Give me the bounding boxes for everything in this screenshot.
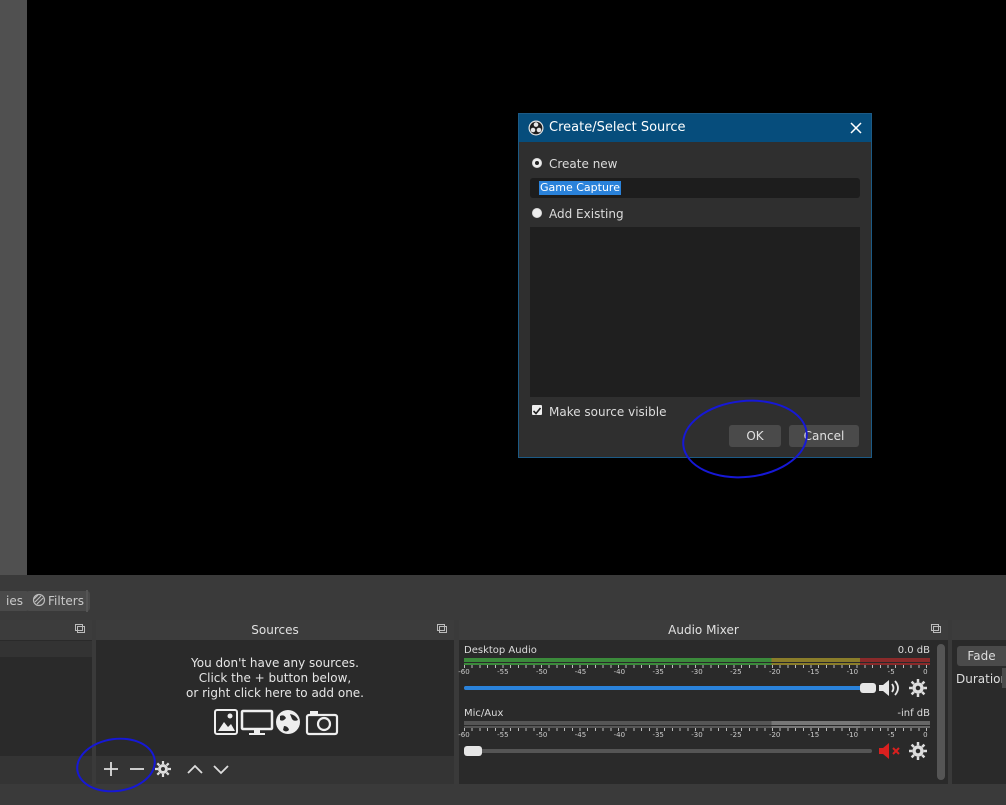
- gear-icon: [155, 761, 171, 777]
- empty-line-2: Click the + button below,: [198, 671, 352, 685]
- desktop-audio-volume-slider[interactable]: [464, 683, 876, 693]
- move-source-up-button[interactable]: [184, 760, 206, 780]
- tick-label: -50: [535, 731, 548, 739]
- tick-label: -10: [846, 668, 859, 676]
- tick-label: -60: [458, 731, 470, 739]
- mixer-scrollbar-thumb[interactable]: [937, 644, 945, 780]
- properties-button-label: ies: [6, 594, 23, 608]
- audio-mixer-title: Audio Mixer: [459, 620, 948, 640]
- desktop-audio-level: 0.0 dB: [897, 645, 930, 656]
- chevron-up-icon: [187, 764, 203, 774]
- create-new-label: Create new: [549, 157, 618, 171]
- make-visible-label: Make source visible: [549, 405, 667, 419]
- checkmark-icon: [532, 407, 542, 415]
- mic-aux-label: Mic/Aux: [464, 708, 504, 719]
- filters-button[interactable]: Filters: [26, 591, 90, 611]
- undock-icon[interactable]: [437, 624, 447, 633]
- source-toolbar: ies Filters: [0, 586, 1006, 616]
- mixer-scrollbar[interactable]: [936, 642, 946, 782]
- desktop-audio-volume-fill: [464, 686, 872, 690]
- properties-button[interactable]: ies: [0, 591, 29, 611]
- undock-icon[interactable]: [931, 624, 941, 633]
- empty-line-1: You don't have any sources.: [191, 656, 359, 670]
- source-name-input[interactable]: Game Capture: [530, 178, 860, 198]
- tick-label: -20: [768, 668, 781, 676]
- tick-label: -15: [807, 731, 820, 739]
- chevron-down-icon: [213, 765, 229, 775]
- tick-label: -5: [887, 668, 895, 676]
- gear-icon[interactable]: [909, 679, 927, 697]
- dialog-title: Create/Select Source: [549, 120, 686, 135]
- tick-label: -25: [730, 731, 742, 739]
- create-new-radio[interactable]: [532, 158, 542, 168]
- tick-label: -25: [730, 668, 742, 676]
- make-visible-checkbox[interactable]: [532, 405, 542, 415]
- image-icon: [214, 709, 238, 735]
- camera-icon: [305, 711, 339, 736]
- audio-mixer-dock: Audio Mixer Desktop Audio 0.0 dB -60 -55…: [458, 620, 948, 784]
- tick-label: -55: [497, 731, 509, 739]
- source-type-icons: [214, 709, 339, 736]
- duration-label: Duration: [956, 672, 1006, 686]
- mic-aux-volume-slider[interactable]: [464, 746, 872, 756]
- obs-logo-icon: [528, 120, 544, 136]
- tick-label: -45: [574, 731, 587, 739]
- existing-sources-list[interactable]: [530, 227, 860, 397]
- scene-list-item[interactable]: [0, 641, 92, 657]
- mic-aux-volume-handle[interactable]: [464, 746, 482, 756]
- gear-icon[interactable]: [909, 742, 927, 760]
- transition-select[interactable]: Fade: [957, 646, 1006, 666]
- toolbar-divider: [86, 590, 88, 612]
- tick-label: -15: [807, 668, 820, 676]
- transitions-dock: [952, 620, 1006, 784]
- tick-label: -35: [652, 668, 664, 676]
- filters-button-label: Filters: [48, 594, 84, 608]
- mic-aux-scale: -60 -55 -50 -45 -40 -35 -30 -25 -20 -15 …: [458, 727, 930, 741]
- add-existing-label: Add Existing: [549, 207, 624, 221]
- add-existing-radio[interactable]: [532, 208, 542, 218]
- tick-label: 0: [923, 731, 928, 739]
- tick-label: -10: [846, 731, 859, 739]
- tick-label: -60: [458, 668, 470, 676]
- source-name-selected-text: Game Capture: [539, 181, 621, 195]
- tick-label: -30: [691, 668, 703, 676]
- mic-aux-meter: [464, 721, 930, 725]
- tick-label: -55: [497, 668, 509, 676]
- dialog-title-bar: Create/Select Source: [519, 114, 871, 142]
- empty-line-3: or right click here to add one.: [186, 686, 364, 700]
- close-icon[interactable]: [850, 122, 862, 134]
- tick-label: -50: [535, 668, 548, 676]
- tick-label: -30: [691, 731, 703, 739]
- sources-dock-title: Sources: [96, 620, 454, 640]
- transitions-dock-title: [952, 620, 1006, 640]
- duration-input[interactable]: [1002, 668, 1006, 688]
- monitor-icon: [240, 709, 274, 735]
- tick-label: 0: [923, 668, 928, 676]
- mic-aux-level: -inf dB: [897, 708, 930, 719]
- sources-empty-message[interactable]: You don't have any sources. Click the + …: [96, 656, 454, 701]
- desktop-audio-label: Desktop Audio: [464, 645, 537, 656]
- tick-label: -5: [887, 731, 895, 739]
- tick-label: -45: [574, 668, 587, 676]
- tick-label: -20: [768, 731, 781, 739]
- muted-speaker-icon[interactable]: [877, 742, 903, 760]
- left-panel-edge: [0, 0, 27, 575]
- desktop-audio-volume-handle[interactable]: [860, 683, 876, 693]
- create-select-source-dialog: Create/Select Source Create new Game Cap…: [518, 113, 872, 458]
- desktop-audio-meter: [464, 658, 930, 662]
- undock-icon[interactable]: [75, 624, 85, 633]
- globe-icon: [276, 710, 300, 734]
- speaker-icon[interactable]: [877, 679, 903, 697]
- desktop-audio-scale: -60 -55 -50 -45 -40 -35 -30 -25 -20 -15 …: [458, 664, 930, 678]
- tick-label: -35: [652, 731, 664, 739]
- move-source-down-button[interactable]: [210, 760, 232, 780]
- filters-icon: [32, 593, 46, 607]
- tick-label: -40: [613, 668, 626, 676]
- tick-label: -40: [613, 731, 626, 739]
